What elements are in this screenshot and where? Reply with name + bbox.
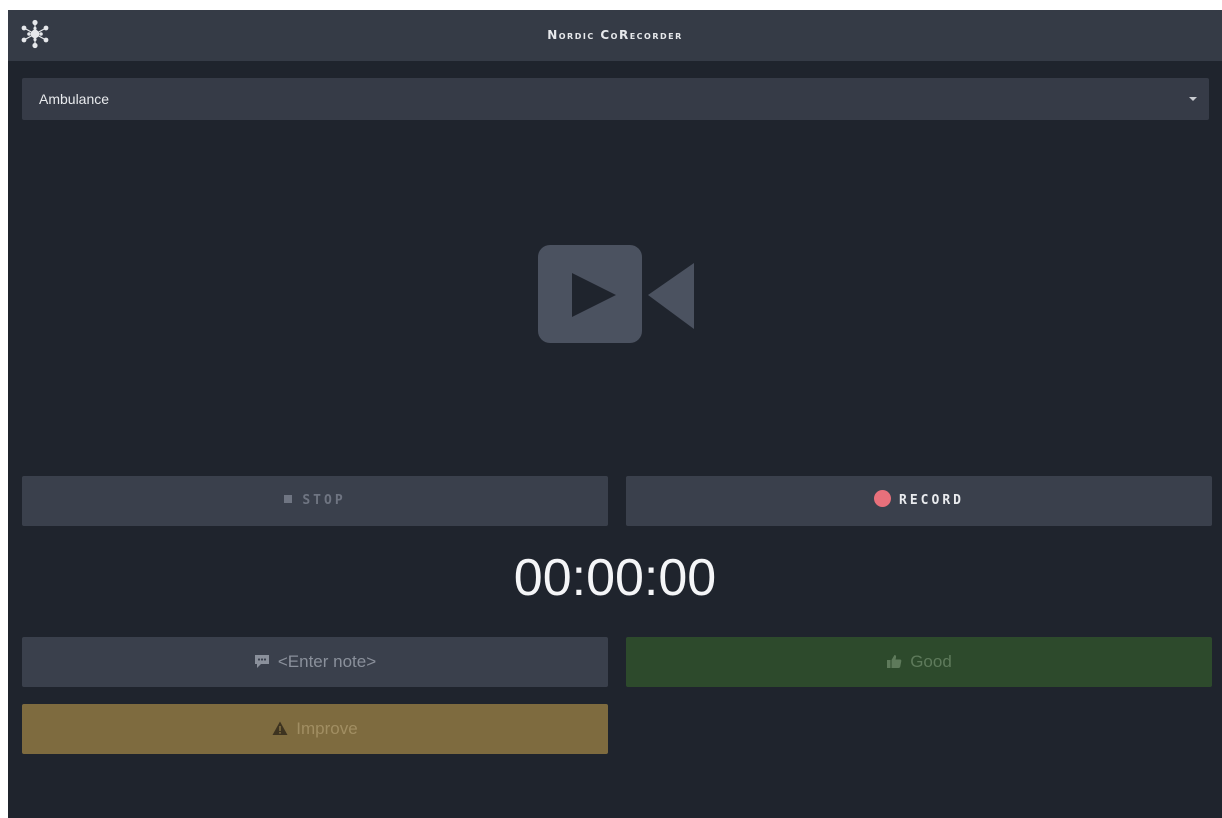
profile-select[interactable]: Ambulance xyxy=(22,78,1209,120)
app-title: Nordic CoRecorder xyxy=(547,28,683,42)
title-bar: Nordic CoRecorder xyxy=(8,10,1222,61)
app-window: Nordic CoRecorder Ambulance STOP RECORD … xyxy=(8,10,1222,818)
enter-note-button[interactable]: <Enter note> xyxy=(22,637,608,687)
comment-icon xyxy=(254,655,269,668)
record-button-label: RECORD xyxy=(899,493,964,508)
chevron-down-icon xyxy=(1189,97,1197,101)
record-dot-icon xyxy=(874,490,892,507)
thumbs-up-icon xyxy=(887,655,902,668)
good-button[interactable]: Good xyxy=(626,637,1212,687)
elapsed-timer: 00:00:00 xyxy=(513,549,717,607)
record-button[interactable]: RECORD xyxy=(626,476,1212,526)
warning-icon xyxy=(272,721,288,735)
improve-button-label: Improve xyxy=(296,719,358,738)
enter-note-label: <Enter note> xyxy=(277,652,377,671)
video-preview xyxy=(22,130,1209,466)
good-button-label: Good xyxy=(910,652,952,671)
profile-select-value: Ambulance xyxy=(39,91,110,107)
improve-button[interactable]: Improve xyxy=(22,704,608,754)
stop-button-label: STOP xyxy=(302,493,346,508)
video-camera-icon xyxy=(538,245,694,343)
stop-icon xyxy=(284,495,293,503)
stop-button[interactable]: STOP xyxy=(22,476,608,526)
